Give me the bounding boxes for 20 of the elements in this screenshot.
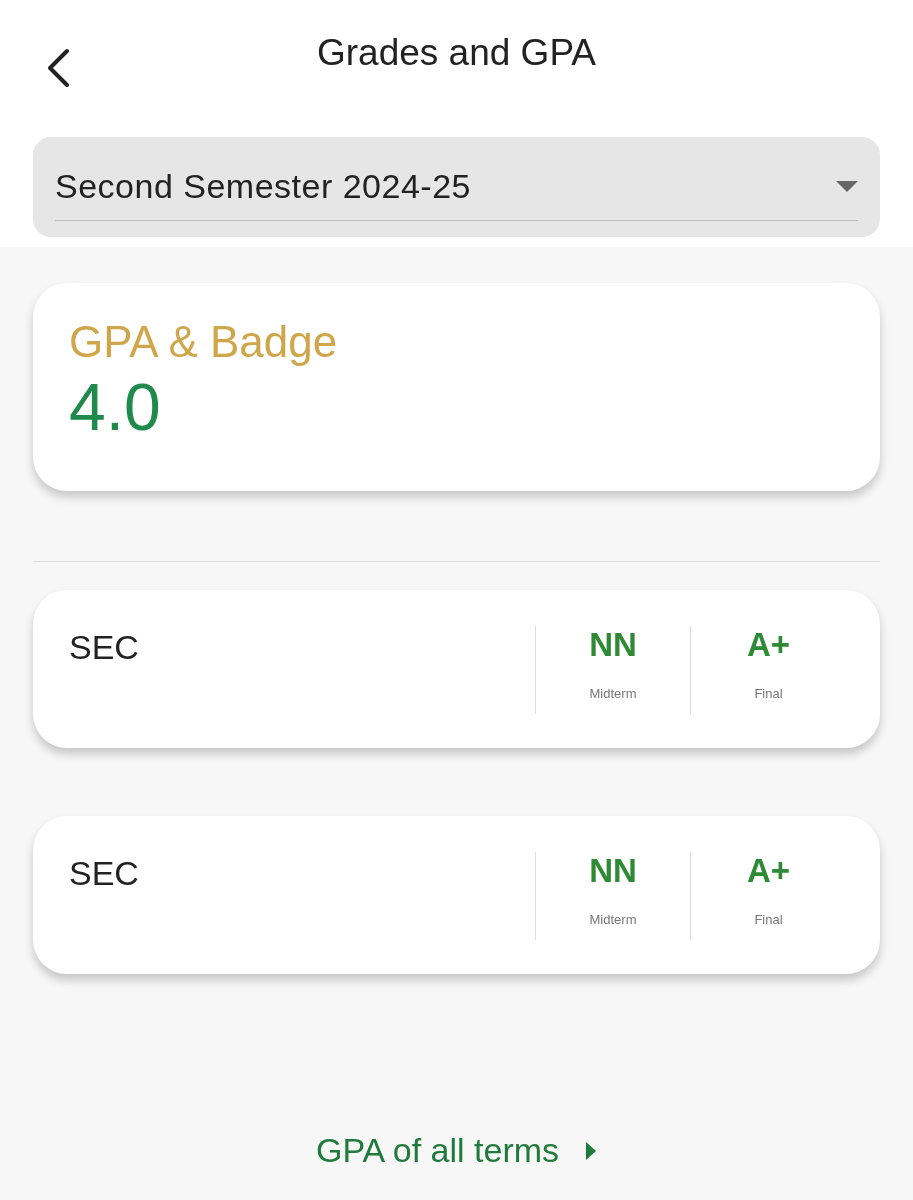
page-title: Grades and GPA (317, 31, 596, 74)
back-icon[interactable] (45, 48, 71, 88)
caret-icon (836, 180, 858, 193)
course-card[interactable]: SEC NN Midterm A+ Final (33, 816, 880, 974)
gpa-value: 4.0 (69, 369, 161, 445)
caret-icon (585, 1141, 598, 1160)
grade-label: Midterm (589, 686, 637, 701)
gpa-title: GPA & Badge (69, 317, 338, 367)
course-name: SEC (69, 628, 139, 667)
grade-value: A+ (746, 852, 791, 890)
term-dropdown[interactable]: Second Semester 2024-25 (33, 137, 880, 237)
course-card[interactable]: SEC NN Midterm A+ Final (33, 590, 880, 748)
grade-label: Midterm (589, 912, 637, 927)
course-name: SEC (69, 854, 139, 893)
grade-value: NN (589, 626, 637, 664)
grade-value: NN (589, 852, 637, 890)
grade-value: A+ (746, 626, 791, 664)
grade-label: Final (754, 686, 783, 701)
grade-label: Final (754, 912, 783, 927)
gpa-all-terms-link[interactable]: GPA of all terms (315, 1131, 598, 1170)
